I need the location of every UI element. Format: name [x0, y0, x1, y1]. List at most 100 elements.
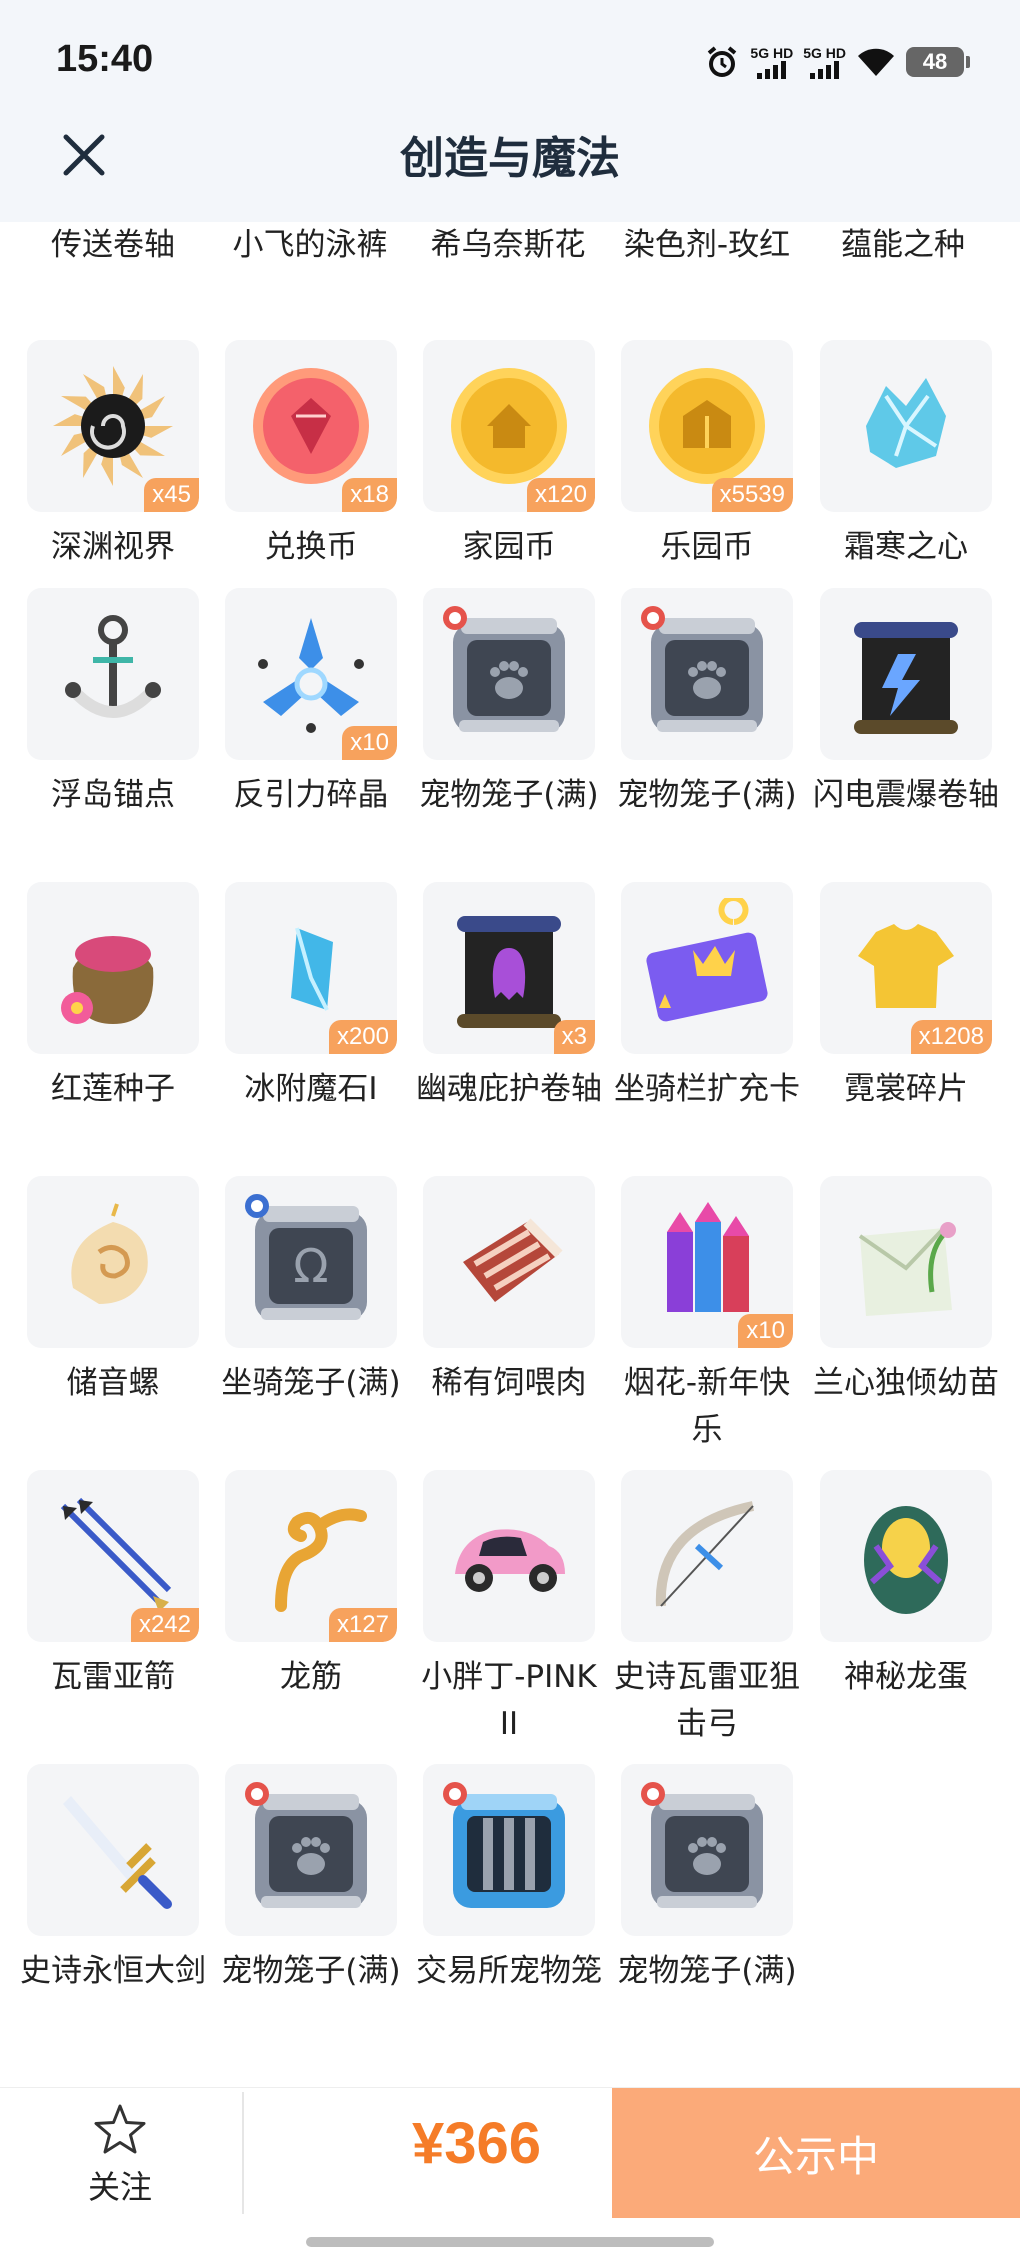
svg-text:Ω: Ω [293, 1239, 328, 1293]
park-coin-icon: x5539 [621, 340, 793, 512]
conch-icon-graphic [71, 1203, 148, 1304]
bow-icon [621, 1470, 793, 1642]
lightning-scroll-icon-graphic [854, 622, 958, 734]
item-name: 浮岛锚点 [51, 777, 175, 813]
item-name: 储音螺 [66, 1365, 160, 1401]
grid-item[interactable]: 小胖丁-PINK II [421, 1470, 597, 1742]
fireworks-icon-graphic [667, 1202, 749, 1312]
pet-cage-icon [621, 1764, 793, 1936]
grid-item[interactable]: 储音螺 [27, 1176, 199, 1401]
signal-bars-icon [757, 61, 787, 79]
grid-item[interactable]: 史诗永恒大剑 [20, 1764, 206, 1989]
grid-item[interactable]: x1208 霓裳碎片 [820, 882, 992, 1107]
item-name: 兑换币 [264, 529, 358, 565]
item-name: 冰附魔石I [244, 1071, 378, 1107]
grid-item[interactable]: x5539 乐园币 [621, 340, 793, 565]
grid-item[interactable]: x200 冰附魔石I [225, 882, 397, 1107]
grid-item[interactable]: x45 深渊视界 [27, 340, 199, 565]
grid-item[interactable]: 浮岛锚点 [27, 588, 199, 813]
item-count-badge: x120 [526, 478, 595, 512]
pink-car-icon-graphic [455, 1529, 565, 1592]
nav-bar: 创造与魔法 [0, 110, 1020, 222]
item-count-badge: x10 [342, 726, 397, 760]
grid-item[interactable]: x10 反引力碎晶 [225, 588, 397, 813]
grid-item[interactable]: x10 烟花-新年快乐 [621, 1176, 793, 1448]
sim2-label: 5G HD [803, 45, 846, 61]
crystal-shard-icon-graphic [258, 618, 364, 733]
page-title: 创造与魔法 [400, 133, 620, 184]
shirt-fragment-icon-graphic [858, 924, 954, 1008]
meat-icon-graphic [463, 1218, 563, 1302]
item-name: 小胖丁-PINK II [421, 1659, 597, 1742]
sword-icon-graphic [63, 1796, 172, 1909]
pink-car-icon [423, 1470, 595, 1642]
dragon-egg-icon [820, 1470, 992, 1642]
abyss-sun-icon-graphic [53, 366, 173, 486]
meat-icon [423, 1176, 595, 1348]
grid-item[interactable]: 霜寒之心 [820, 340, 992, 565]
battery-indicator: 48 [906, 47, 970, 77]
item-name: 小飞的泳裤 [232, 227, 388, 263]
pet-cage-icon-graphic [245, 1782, 367, 1908]
home-indicator[interactable] [306, 2237, 714, 2247]
item-name: 蕴能之种 [841, 227, 965, 263]
pet-cage-icon [225, 1764, 397, 1936]
anchor-icon [27, 588, 199, 760]
grid-item[interactable]: 宠物笼子(满) [617, 1764, 797, 1989]
grid-item[interactable]: x18 兑换币 [225, 340, 397, 565]
grid-item[interactable]: x127 龙筋 [225, 1470, 397, 1695]
item-name: 稀有饲喂肉 [431, 1365, 587, 1401]
status-time: 15:40 [56, 38, 154, 80]
grid-item[interactable]: 兰心独倾幼苗 [813, 1176, 999, 1401]
grid-item[interactable]: x242 瓦雷亚箭 [27, 1470, 199, 1695]
grid-item[interactable]: Ω 坐骑笼子(满) [221, 1176, 401, 1401]
item-name: 瓦雷亚箭 [51, 1659, 175, 1695]
publicity-status-button[interactable]: 公示中 [612, 2088, 1020, 2218]
ice-stone-icon: x200 [225, 882, 397, 1054]
frost-heart-icon-graphic [866, 378, 946, 468]
arrows-icon-graphic [60, 1497, 172, 1612]
status-bar: 15:40 5G HD 5G HD 48 [0, 0, 1020, 120]
grid-item[interactable]: 史诗瓦雷亚狙击弓 [614, 1470, 800, 1742]
item-count-badge: x242 [130, 1608, 199, 1642]
grid-item[interactable]: 稀有饲喂肉 [423, 1176, 595, 1401]
grid-item[interactable]: 红莲种子 [27, 882, 199, 1107]
trade-cage-icon [423, 1764, 595, 1936]
follow-button[interactable]: 关注 [60, 2102, 180, 2212]
pet-cage-icon [621, 588, 793, 760]
signal-sim2: 5G HD [803, 45, 846, 79]
conch-icon [27, 1176, 199, 1348]
pet-cage-icon-graphic [641, 1782, 763, 1908]
ice-stone-icon-graphic [291, 927, 333, 1011]
frost-heart-icon [820, 340, 992, 512]
grid-item[interactable]: 交易所宠物笼 [416, 1764, 602, 1989]
seed-bag-icon [27, 882, 199, 1054]
grid-item[interactable]: x120 家园币 [423, 340, 595, 565]
abyss-sun-icon: x45 [27, 340, 199, 512]
item-count-badge: x127 [328, 1608, 397, 1642]
lightning-scroll-icon [820, 588, 992, 760]
item-name: 坐骑栏扩充卡 [614, 1071, 800, 1107]
grid-item[interactable]: x3 幽魂庇护卷轴 [416, 882, 602, 1107]
shirt-fragment-icon: x1208 [820, 882, 992, 1054]
park-coin-icon-graphic [649, 368, 765, 484]
dragon-egg-icon-graphic [864, 1506, 948, 1614]
item-name: 幽魂庇护卷轴 [416, 1071, 602, 1107]
item-grid: 传送卷轴 小飞的泳裤 希乌奈斯花 染色剂-玫红 蕴能之种 x45 深渊视界 x18… [0, 222, 1020, 2060]
grid-item[interactable]: 坐骑栏扩充卡 [614, 882, 800, 1107]
grid-item[interactable]: 宠物笼子(满) [617, 588, 797, 813]
grid-item[interactable]: 宠物笼子(满) [221, 1764, 401, 1989]
grid-item[interactable]: 宠物笼子(满) [419, 588, 599, 813]
grid-item[interactable]: 闪电震爆卷轴 [813, 588, 999, 813]
pet-cage-icon [423, 588, 595, 760]
signal-sim1: 5G HD [750, 45, 793, 79]
home-coin-icon: x120 [423, 340, 595, 512]
bottom-bar: 关注 ¥366 公示中 [0, 2087, 1020, 2218]
seed-bag-icon-graphic [61, 936, 154, 1024]
item-name: 霓裳碎片 [844, 1071, 968, 1107]
star-icon [94, 2104, 146, 2154]
grid-item[interactable]: 神秘龙蛋 [820, 1470, 992, 1695]
item-name: 宠物笼子(满) [617, 1953, 797, 1989]
item-name: 坐骑笼子(满) [221, 1365, 401, 1401]
ghost-scroll-icon: x3 [423, 882, 595, 1054]
